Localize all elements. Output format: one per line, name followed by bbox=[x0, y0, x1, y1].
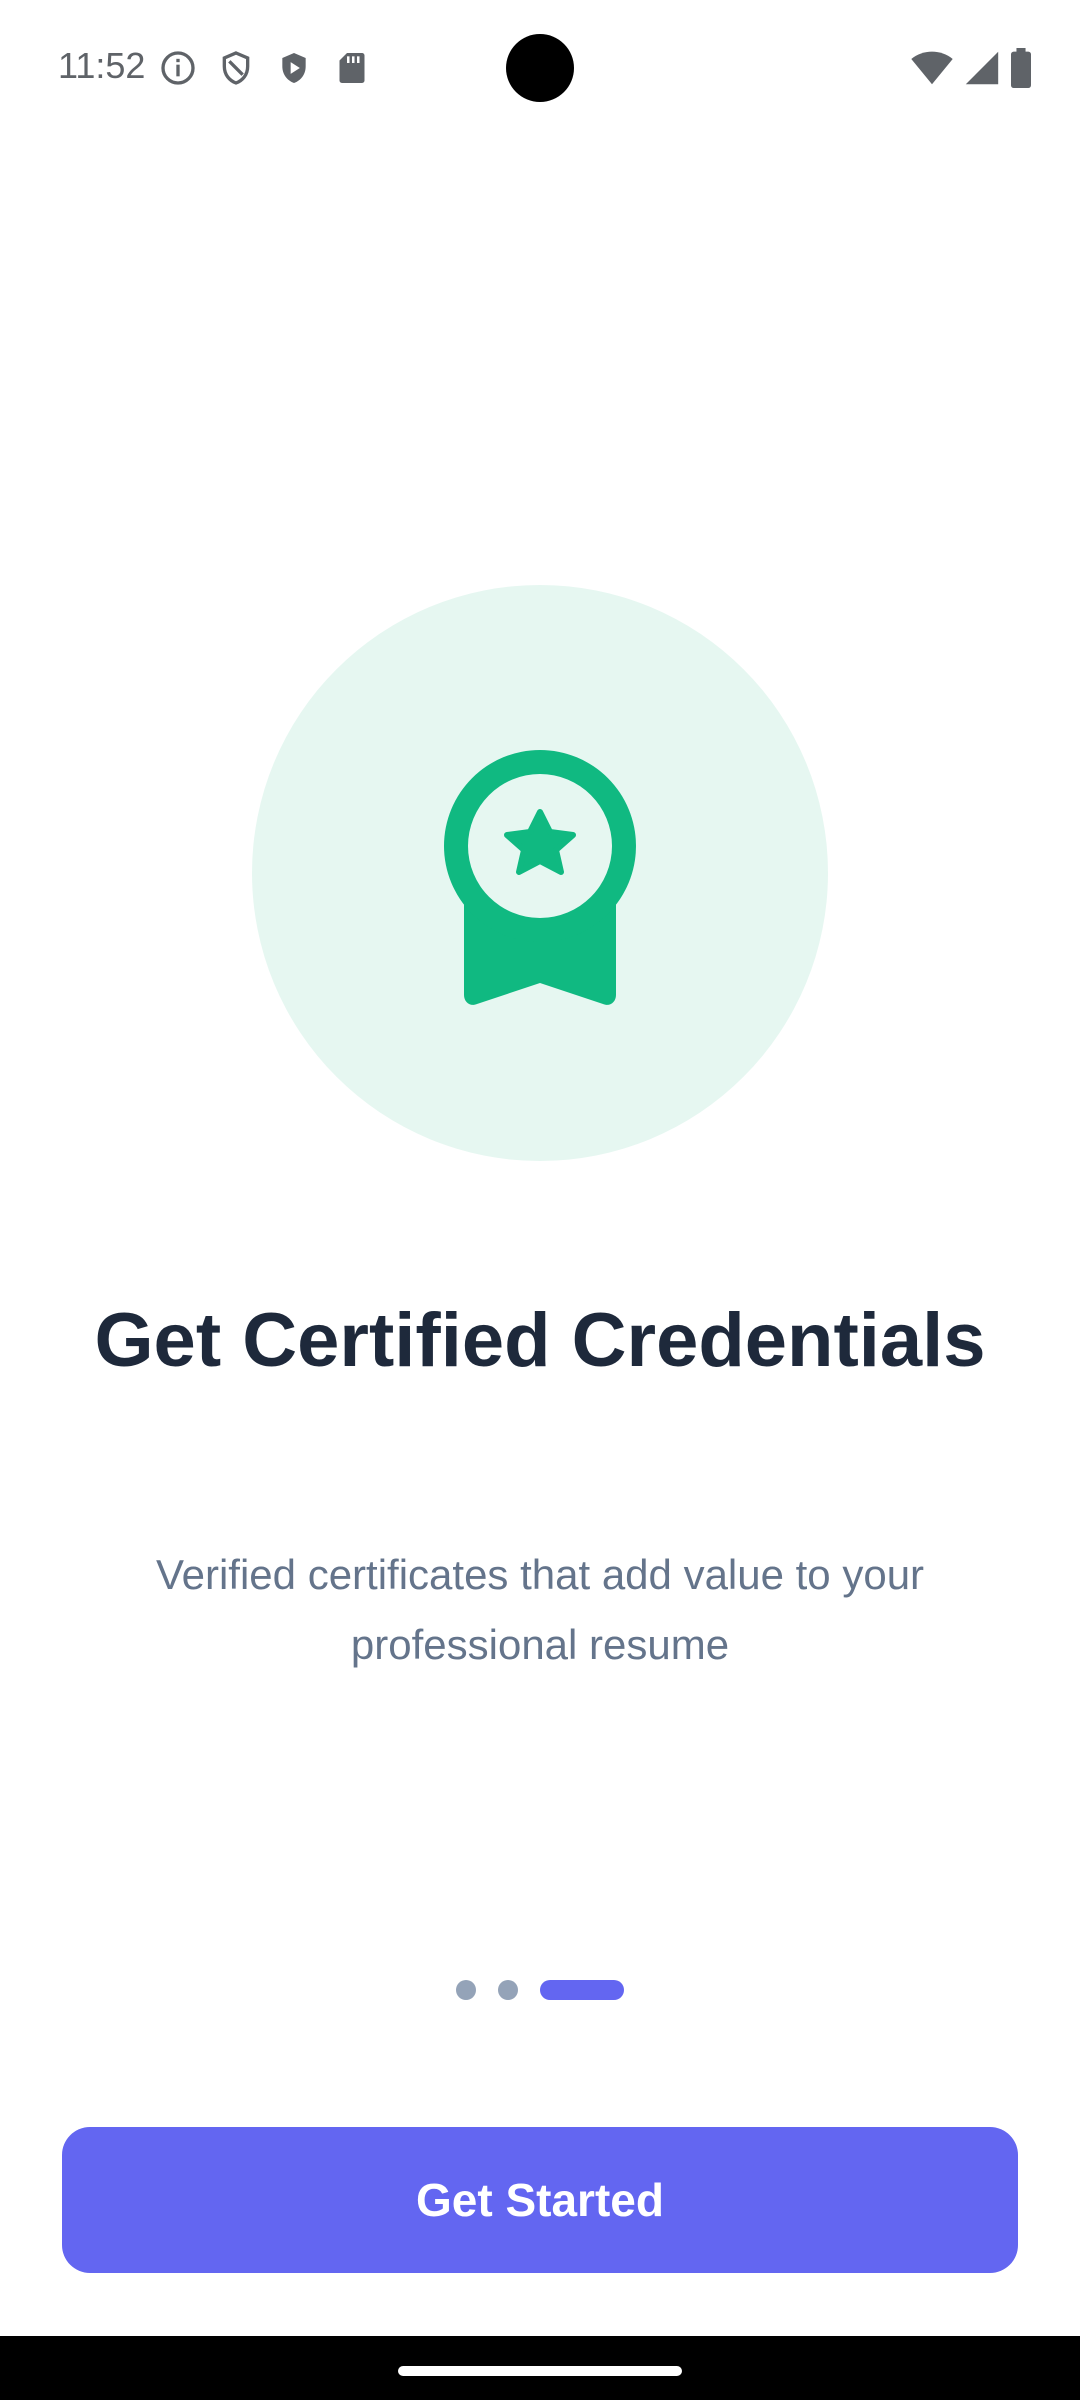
medal-icon bbox=[444, 750, 636, 1005]
page-indicator bbox=[0, 1980, 1080, 2000]
get-started-button[interactable]: Get Started bbox=[62, 2127, 1018, 2273]
shield-outline-icon bbox=[222, 51, 250, 85]
cell-signal-icon bbox=[965, 51, 999, 85]
onboarding-subtitle: Verified certificates that add value to … bbox=[155, 1551, 925, 1668]
battery-icon bbox=[1011, 48, 1031, 88]
home-indicator[interactable] bbox=[398, 2366, 682, 2376]
play-shield-icon bbox=[282, 53, 306, 83]
camera-cutout bbox=[506, 34, 574, 102]
sd-card-icon bbox=[339, 53, 365, 83]
info-icon bbox=[161, 51, 195, 85]
status-notification-icons bbox=[158, 48, 372, 88]
page-dot-2[interactable] bbox=[498, 1980, 518, 2000]
status-time: 11:52 bbox=[58, 45, 146, 86]
status-system-icons bbox=[910, 48, 1032, 88]
onboarding-title: Get Certified Credentials bbox=[94, 1298, 986, 1383]
status-bar: 11:52 bbox=[0, 0, 1080, 136]
wifi-icon bbox=[911, 51, 953, 85]
page-dot-3-active[interactable] bbox=[540, 1980, 624, 2000]
page-dot-1[interactable] bbox=[456, 1980, 476, 2000]
